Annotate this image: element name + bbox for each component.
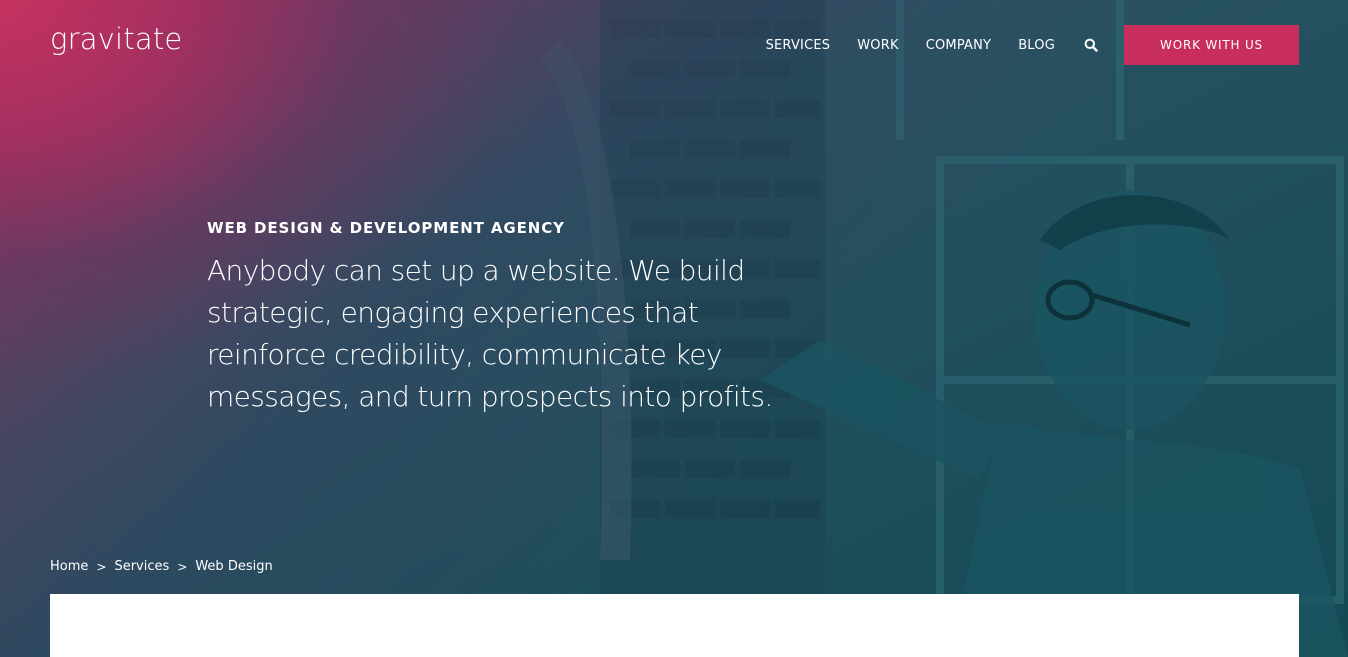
breadcrumb: Home > Services > Web Design xyxy=(50,559,273,574)
breadcrumb-separator: > xyxy=(177,559,188,574)
nav-item-company[interactable]: COMPANY xyxy=(926,38,992,53)
hero-eyebrow: WEB DESIGN & DEVELOPMENT AGENCY xyxy=(207,219,565,237)
nav-item-work[interactable]: WORK xyxy=(857,38,898,53)
hero-headline: Anybody can set up a website. We build s… xyxy=(207,254,773,413)
breadcrumb-item-current: Web Design xyxy=(195,559,273,574)
site-logo[interactable]: gravitate xyxy=(50,22,182,56)
breadcrumb-separator: > xyxy=(96,559,107,574)
content-card xyxy=(50,594,1299,657)
nav-item-blog[interactable]: BLOG xyxy=(1018,38,1055,53)
breadcrumb-item-home[interactable]: Home xyxy=(50,559,88,574)
breadcrumb-item-services[interactable]: Services xyxy=(114,559,169,574)
work-with-us-button[interactable]: WORK WITH US xyxy=(1124,25,1299,65)
hero-section: gravitate SERVICES WORK COMPANY BLOG WOR… xyxy=(0,0,1348,657)
search-icon[interactable] xyxy=(1084,38,1098,52)
nav-item-services[interactable]: SERVICES xyxy=(766,38,831,53)
main-navigation: SERVICES WORK COMPANY BLOG WORK WITH US xyxy=(766,25,1299,65)
